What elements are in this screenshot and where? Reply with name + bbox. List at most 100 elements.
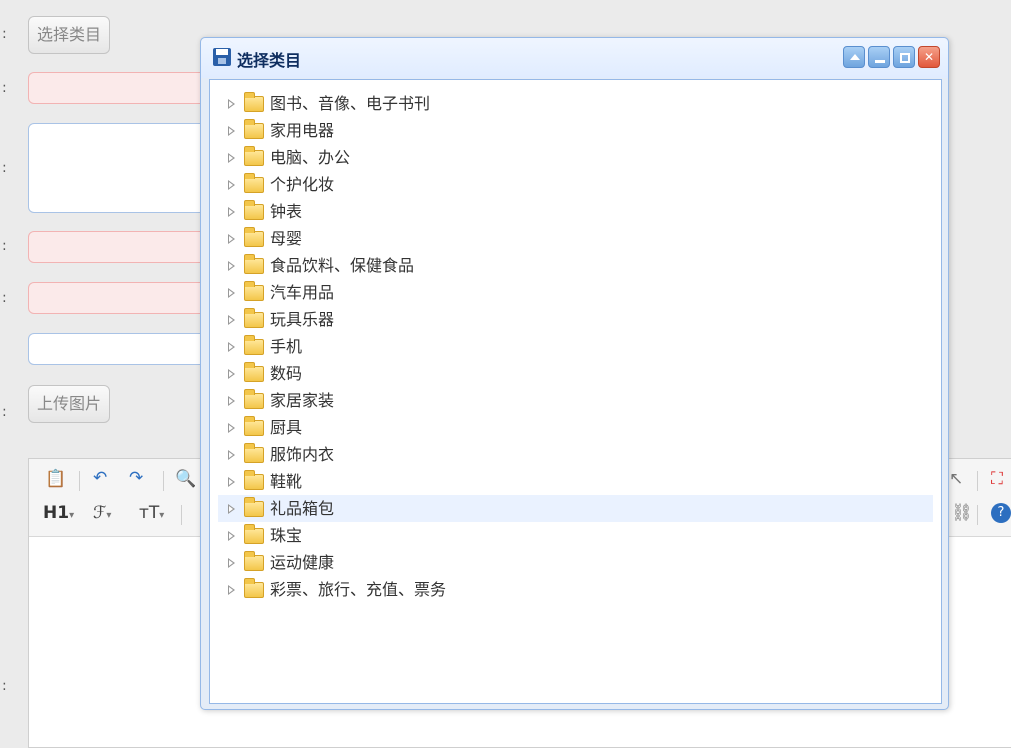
close-button[interactable]: ✕: [918, 46, 940, 68]
unlink-icon[interactable]: ⛓: [951, 503, 973, 523]
folder-icon: [244, 146, 264, 166]
expand-arrow-icon[interactable]: [228, 504, 235, 514]
help-icon[interactable]: ?: [991, 503, 1011, 523]
upload-image-button[interactable]: 上传图片: [28, 385, 111, 423]
font-size-dropdown[interactable]: тT▾: [139, 503, 164, 523]
tree-node[interactable]: 服饰内衣: [218, 441, 933, 468]
tree-node[interactable]: 珠宝: [218, 522, 933, 549]
expand-arrow-icon[interactable]: [228, 261, 235, 271]
select-category-dialog: 选择类目 ✕ 图书、音像、电子书刊 家用电器 电脑、办公 个护化妆 钟表 母婴食品饮料、保…: [200, 37, 949, 710]
folder-icon: [244, 281, 264, 301]
tree-node[interactable]: 手机: [218, 333, 933, 360]
text-field-1[interactable]: [28, 72, 228, 104]
tree-node[interactable]: 礼品箱包: [218, 495, 933, 522]
expand-arrow-icon[interactable]: [228, 396, 235, 406]
folder-icon: [244, 335, 264, 355]
tree-node[interactable]: 玩具乐器: [218, 306, 933, 333]
expand-arrow-icon[interactable]: [228, 423, 235, 433]
folder-icon: [244, 362, 264, 382]
dialog-header[interactable]: 选择类目 ✕: [201, 38, 948, 78]
expand-arrow-icon[interactable]: [228, 288, 235, 298]
dialog-body: 图书、音像、电子书刊 家用电器 电脑、办公 个护化妆 钟表 母婴食品饮料、保健食品 汽车用品…: [209, 79, 942, 704]
folder-icon: [244, 578, 264, 598]
form-colon: :: [2, 404, 7, 420]
tree-node-label: 食品饮料、保健食品: [270, 256, 415, 275]
tree-node[interactable]: 家用电器: [218, 117, 933, 144]
tree-node-label: 珠宝: [270, 526, 303, 545]
tree-node[interactable]: 食品饮料、保健食品: [218, 252, 933, 279]
tree-node[interactable]: 厨具: [218, 414, 933, 441]
tree-node[interactable]: 图书、音像、电子书刊: [218, 90, 933, 117]
tree-node[interactable]: 运动健康: [218, 549, 933, 576]
text-field-4[interactable]: [28, 333, 228, 365]
expand-arrow-icon[interactable]: [228, 585, 235, 595]
expand-arrow-icon[interactable]: [228, 207, 235, 217]
expand-arrow-icon[interactable]: [228, 531, 235, 541]
heading-label: H1: [43, 503, 70, 523]
tree-node[interactable]: 鞋靴: [218, 468, 933, 495]
tree-node-label: 家居家装: [270, 391, 335, 410]
redo-icon[interactable]: ↷: [129, 468, 143, 488]
font-size-label: тT: [139, 503, 160, 523]
tree-node[interactable]: 个护化妆: [218, 171, 933, 198]
toolbar-separator: [977, 471, 978, 491]
expand-arrow-icon[interactable]: [228, 126, 235, 136]
form-colon: :: [2, 160, 7, 176]
text-field-2[interactable]: [28, 231, 228, 263]
tree-node[interactable]: 钟表: [218, 198, 933, 225]
tree-node-label: 汽车用品: [270, 283, 335, 302]
form-colon: :: [2, 80, 7, 96]
maximize-button[interactable]: [893, 46, 915, 68]
folder-icon: [244, 470, 264, 490]
form-colon: :: [2, 290, 7, 306]
form-colon: :: [2, 678, 7, 694]
folder-icon: [244, 200, 264, 220]
tree-node[interactable]: 彩票、旅行、充值、票务: [218, 576, 933, 603]
font-family-dropdown[interactable]: ℱ▾: [93, 503, 111, 523]
tree-node-label: 服饰内衣: [270, 445, 335, 464]
expand-arrow-icon[interactable]: [228, 342, 235, 352]
pointer-icon[interactable]: ↖: [949, 469, 963, 489]
expand-arrow-icon[interactable]: [228, 153, 235, 163]
expand-arrow-icon[interactable]: [228, 315, 235, 325]
fullscreen-icon[interactable]: ⛶: [991, 469, 1003, 489]
toolbar-separator: [79, 471, 80, 491]
tree-node-label: 运动健康: [270, 553, 335, 572]
tree-node[interactable]: 家居家装: [218, 387, 933, 414]
tree-node-label: 鞋靴: [270, 472, 303, 491]
tree-node[interactable]: 电脑、办公: [218, 144, 933, 171]
expand-arrow-icon[interactable]: [228, 234, 235, 244]
category-tree: 图书、音像、电子书刊 家用电器 电脑、办公 个护化妆 钟表 母婴食品饮料、保健食品 汽车用品…: [210, 80, 941, 603]
paste-icon[interactable]: 📋: [45, 469, 66, 489]
undo-icon[interactable]: ↶: [93, 468, 107, 488]
font-family-label: ℱ: [93, 503, 107, 523]
text-field-3[interactable]: [28, 282, 228, 314]
toolbar-separator: [181, 505, 182, 525]
tree-node-label: 手机: [270, 337, 303, 356]
collapse-button[interactable]: [843, 46, 865, 68]
expand-arrow-icon[interactable]: [228, 99, 235, 109]
preview-icon[interactable]: 🔍: [175, 469, 196, 489]
save-icon: [213, 48, 231, 66]
tree-node-label: 厨具: [270, 418, 303, 437]
textarea-field[interactable]: [28, 123, 228, 213]
expand-arrow-icon[interactable]: [228, 477, 235, 487]
folder-icon: [244, 119, 264, 139]
expand-arrow-icon[interactable]: [228, 369, 235, 379]
form-colon: :: [2, 238, 7, 254]
toolbar-separator: [163, 471, 164, 491]
folder-icon: [244, 443, 264, 463]
expand-arrow-icon[interactable]: [228, 180, 235, 190]
select-category-button[interactable]: 选择类目: [28, 16, 111, 54]
close-icon: ✕: [923, 50, 935, 64]
minimize-button[interactable]: [868, 46, 890, 68]
expand-arrow-icon[interactable]: [228, 450, 235, 460]
tree-node-label: 玩具乐器: [270, 310, 335, 329]
expand-arrow-icon[interactable]: [228, 558, 235, 568]
form-colon: :: [2, 26, 7, 42]
tree-node[interactable]: 数码: [218, 360, 933, 387]
folder-icon: [244, 173, 264, 193]
tree-node[interactable]: 汽车用品: [218, 279, 933, 306]
heading-dropdown[interactable]: H1▾: [43, 503, 74, 523]
tree-node[interactable]: 母婴: [218, 225, 933, 252]
